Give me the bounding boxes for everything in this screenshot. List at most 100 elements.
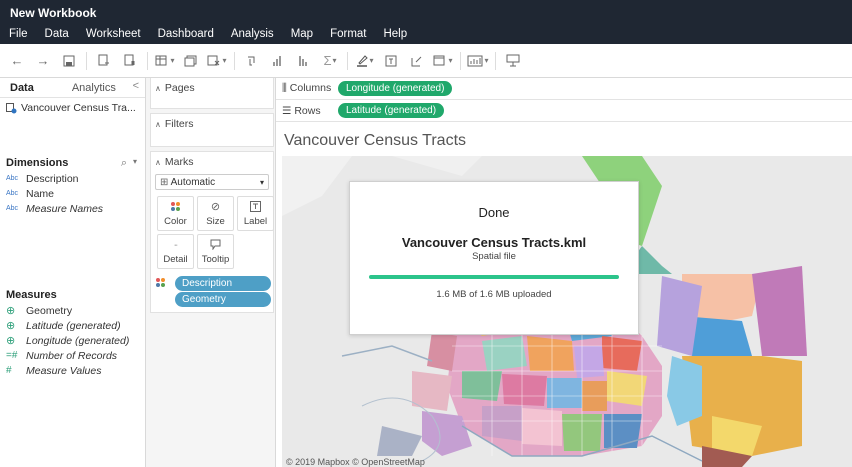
measure-field[interactable]: ⊕ Latitude (generated) [0, 318, 145, 333]
sort-descending-icon[interactable] [293, 50, 315, 72]
field-name: Description [26, 172, 79, 185]
menu-analysis[interactable]: Analysis [222, 25, 282, 43]
size-button[interactable]: ⊘ Size [197, 196, 234, 231]
size-label: Size [206, 215, 225, 227]
mark-type-value: Automatic [170, 176, 216, 188]
highlight-icon[interactable]: ▾ [354, 50, 376, 72]
dimension-field[interactable]: Abc Description [0, 171, 145, 186]
shelves-pane: ∧ Pages ∧ Filters ∧ Marks ⊞ Automatic ▾ Col… [146, 78, 276, 467]
measures-header: Measures [0, 287, 145, 303]
measures-title: Measures [6, 289, 57, 301]
toolbar-divider [234, 51, 235, 70]
mark-pill-row: Description [155, 276, 273, 291]
tab-analytics[interactable]: Analytics [44, 78, 126, 98]
rows-shelf[interactable]: ☰ Rows Latitude (generated) [276, 100, 852, 122]
upload-progress-fill [369, 275, 619, 279]
longitude-pill[interactable]: Longitude (generated) [338, 81, 453, 96]
field-name: Geometry [26, 304, 73, 317]
geometry-pill[interactable]: Geometry [175, 292, 271, 307]
description-pill[interactable]: Description [175, 276, 271, 291]
swap-icon[interactable] [241, 50, 263, 72]
menu-bar: File Data Worksheet Dashboard Analysis M… [0, 25, 415, 43]
collapse-pane-button[interactable]: < [133, 80, 139, 92]
field-name: Number of Records [26, 349, 118, 362]
data-source-name: Vancouver Census Tra... [21, 102, 136, 114]
sort-ascending-icon[interactable] [267, 50, 289, 72]
menu-file[interactable]: File [0, 25, 36, 43]
annotate-icon[interactable] [406, 50, 428, 72]
tooltip-button[interactable]: Tooltip [197, 234, 234, 269]
fit-icon[interactable]: ▾ [432, 50, 454, 72]
pause-updates-icon[interactable] [119, 50, 141, 72]
viz-title[interactable]: Vancouver Census Tracts [284, 132, 466, 150]
columns-icon: ⫼ [282, 82, 287, 94]
menu-format[interactable]: Format [321, 25, 374, 43]
upload-status: 1.6 MB of 1.6 MB uploaded [436, 289, 552, 300]
duplicate-sheet-icon[interactable] [180, 50, 202, 72]
measure-field[interactable]: =# Number of Records [0, 348, 145, 363]
measure-field[interactable]: ⊕ Geometry [0, 303, 145, 318]
caret-up-icon: ∧ [155, 157, 161, 167]
back-arrow-icon[interactable]: ← [6, 50, 28, 72]
filters-shelf[interactable]: ∧ Filters [150, 113, 274, 147]
dimensions-title: Dimensions [6, 157, 69, 169]
labels-icon[interactable] [380, 50, 402, 72]
dimension-field[interactable]: Abc Name [0, 186, 145, 201]
dimensions-header: Dimensions ⌕ ▾ [0, 155, 145, 171]
dialog-title: Done [478, 205, 510, 220]
dimension-field[interactable]: Abc Measure Names [0, 201, 145, 216]
clear-sheet-icon[interactable]: ▾ [206, 50, 228, 72]
marks-label: Marks [164, 156, 194, 168]
search-icon[interactable]: ⌕ [121, 157, 127, 170]
measure-field[interactable]: ⊕ Longitude (generated) [0, 333, 145, 348]
size-icon: ⊘ [210, 200, 221, 213]
menu-dashboard[interactable]: Dashboard [149, 25, 222, 43]
field-name: Longitude (generated) [26, 334, 130, 347]
rows-icon: ☰ [282, 104, 292, 117]
menu-data[interactable]: Data [36, 25, 77, 43]
label-icon [250, 200, 261, 214]
color-label: Color [164, 215, 187, 227]
field-name: Measure Values [26, 364, 102, 377]
globe-icon: ⊕ [6, 335, 16, 347]
dialog-file-name: Vancouver Census Tracts.kml [401, 235, 587, 250]
menu-help[interactable]: Help [374, 25, 415, 43]
menu-map[interactable]: Map [282, 25, 321, 43]
totals-icon[interactable]: Σ ▾ [319, 50, 341, 72]
chevron-down-icon[interactable]: ▾ [133, 157, 137, 170]
mark-type-dropdown[interactable]: ⊞ Automatic ▾ [155, 174, 269, 190]
caret-up-icon: ∧ [155, 83, 161, 93]
forward-arrow-icon[interactable]: → [32, 50, 54, 72]
columns-shelf[interactable]: ⫼ Columns Longitude (generated) [276, 78, 852, 100]
label-label: Label [243, 215, 268, 227]
detail-button[interactable]: ∙∙∙ Detail [157, 234, 194, 269]
toolbar-divider [86, 51, 87, 70]
measure-field[interactable]: # Measure Values [0, 363, 145, 378]
number-type-icon: =# [6, 350, 18, 361]
latitude-pill[interactable]: Latitude (generated) [338, 103, 445, 118]
show-me-icon[interactable]: ▾ [467, 50, 489, 72]
toolbar-divider [495, 51, 496, 70]
caret-up-icon: ∧ [155, 119, 161, 129]
new-data-source-icon[interactable] [93, 50, 115, 72]
field-name: Name [26, 187, 55, 200]
string-type-icon: Abc [6, 175, 19, 182]
map-attribution[interactable]: © 2019 Mapbox © OpenStreetMap [286, 457, 425, 467]
data-source-item[interactable]: Vancouver Census Tra... [0, 98, 145, 118]
color-button[interactable]: Color [157, 196, 194, 231]
detail-icon: ∙∙∙ [174, 241, 178, 249]
tab-data[interactable]: Data [0, 78, 44, 98]
data-pane: Data Analytics < Vancouver Census Tra...… [0, 78, 146, 467]
save-icon[interactable] [58, 50, 80, 72]
pages-shelf[interactable]: ∧ Pages [150, 78, 274, 109]
mark-pill-row: Geometry [155, 292, 273, 307]
toolbar-divider [347, 51, 348, 70]
label-button[interactable]: Label [237, 196, 274, 231]
globe-icon: ⊕ [6, 305, 16, 317]
menu-worksheet[interactable]: Worksheet [77, 25, 149, 43]
presentation-icon[interactable] [502, 50, 524, 72]
new-worksheet-icon[interactable]: ▾ [154, 50, 176, 72]
tooltip-label: Tooltip [201, 253, 230, 265]
toolbar-divider [147, 51, 148, 70]
field-name: Measure Names [26, 202, 104, 215]
